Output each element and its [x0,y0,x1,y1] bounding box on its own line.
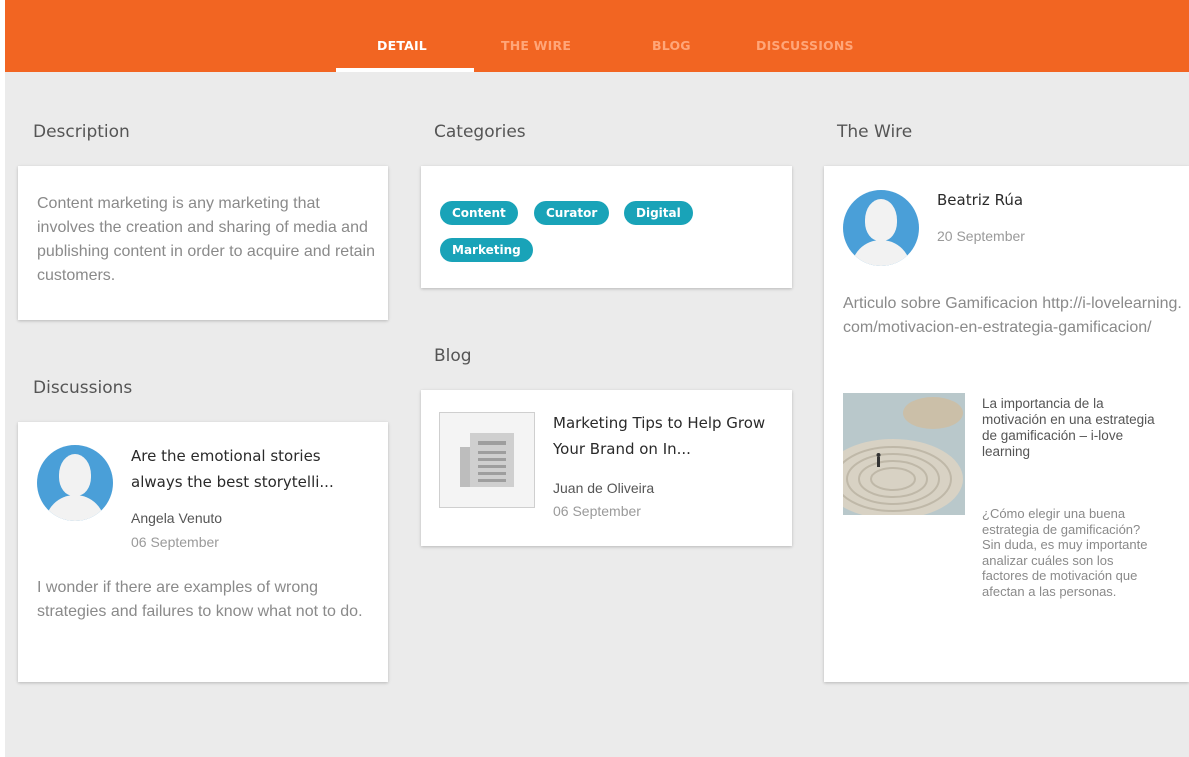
wire-link-description: ¿Cómo elegir una buena estrategia de gam… [982,506,1148,599]
wire-link-title[interactable]: La importancia de la motivación en una e… [982,396,1158,460]
wire-date: 20 September [937,228,1025,244]
wire-card: Beatriz Rúa 20 September Articulo sobre … [824,166,1189,682]
window-frame-edge [0,0,5,757]
user-avatar-icon [37,445,113,521]
tab-the-wire[interactable]: THE WIRE [501,38,571,53]
top-nav-bar: DETAIL THE WIRE BLOG DISCUSSIONS [5,0,1189,72]
categories-card: Content Curator Digital Marketing [421,166,792,288]
category-tag-content[interactable]: Content [440,201,518,225]
tab-blog[interactable]: BLOG [652,38,691,53]
tab-discussions[interactable]: DISCUSSIONS [756,38,854,53]
wire-post-text: Articulo sobre Gamificacion http://i-lov… [843,295,1182,336]
category-tag-marketing[interactable]: Marketing [440,238,533,262]
wire-link-image[interactable] [843,393,965,515]
active-tab-indicator [336,68,474,72]
discussion-date: 06 September [131,534,219,550]
category-tag-digital[interactable]: Digital [624,201,693,225]
blog-author: Juan de Oliveira [553,480,655,496]
description-heading: Description [33,122,130,142]
tab-detail[interactable]: DETAIL [377,38,427,53]
discussion-card: Are the emotional stories always the bes… [18,422,388,682]
wire-author-name[interactable]: Beatriz Rúa [937,191,1023,209]
blog-heading: Blog [434,346,472,366]
discussions-heading: Discussions [33,378,133,398]
blog-date: 06 September [553,503,641,519]
discussion-title-link[interactable]: Are the emotional stories always the bes… [131,443,371,495]
blog-post-title-link[interactable]: Marketing Tips to Help Grow Your Brand o… [553,410,783,462]
blog-thumbnail-icon[interactable] [439,412,535,508]
discussion-author: Angela Venuto [131,510,223,526]
description-card: Content marketing is any marketing that … [18,166,388,320]
categories-heading: Categories [434,122,526,142]
discussion-text: I wonder if there are examples of wrong … [37,579,363,620]
wire-heading: The Wire [837,122,913,142]
description-text: Content marketing is any marketing that … [37,195,375,284]
user-avatar-icon [843,190,919,266]
blog-card: Marketing Tips to Help Grow Your Brand o… [421,390,792,546]
category-tag-curator[interactable]: Curator [534,201,610,225]
